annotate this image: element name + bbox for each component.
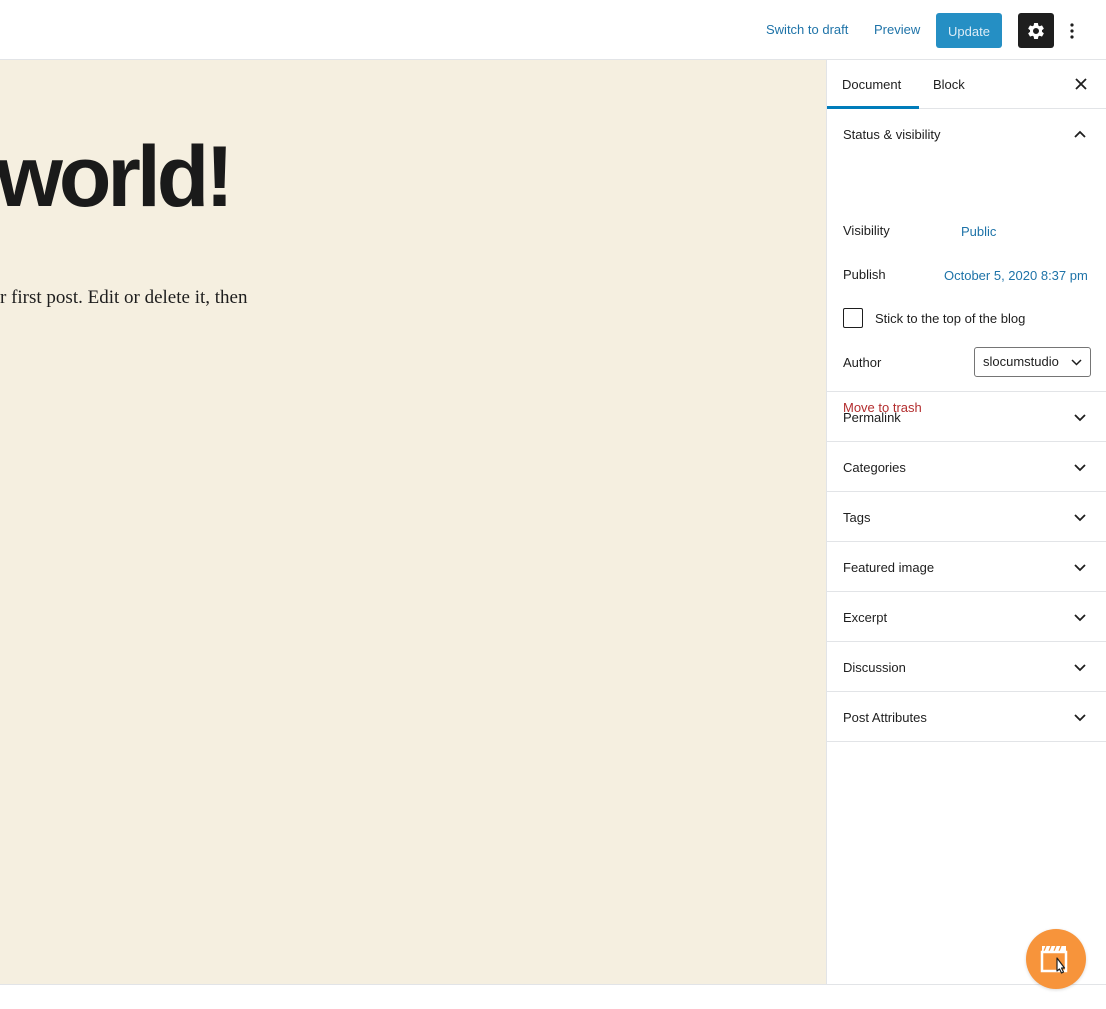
editor-footer (0, 984, 1106, 1009)
close-icon[interactable] (1074, 77, 1088, 91)
settings-sidebar: Document Block Status & visibility Visib… (826, 60, 1106, 984)
sticky-checkbox[interactable] (843, 308, 863, 328)
chevron-down-icon (1074, 514, 1086, 522)
panel-title-permalink: Permalink (843, 410, 901, 425)
switch-to-draft-button[interactable]: Switch to draft (766, 0, 848, 60)
more-options-button[interactable] (1062, 13, 1082, 48)
tab-block[interactable]: Block (933, 60, 965, 109)
editor-header: Switch to draft Preview Update (0, 0, 1106, 60)
settings-button[interactable] (1018, 13, 1054, 48)
chevron-up-icon[interactable] (1074, 130, 1086, 138)
chevron-down-icon (1074, 664, 1086, 672)
editor-canvas[interactable]: world! r first post. Edit or delete it, … (0, 60, 826, 984)
chevron-down-icon (1074, 464, 1086, 472)
panel-permalink[interactable]: Permalink (827, 392, 1106, 442)
sticky-label[interactable]: Stick to the top of the blog (875, 311, 1025, 326)
panel-title-featured-image: Featured image (843, 560, 935, 575)
panel-categories[interactable]: Categories (827, 442, 1106, 492)
panel-post-attributes[interactable]: Post Attributes (827, 692, 1106, 742)
panel-title-discussion: Discussion (843, 660, 906, 675)
post-title[interactable]: world! (0, 134, 234, 220)
panel-title-excerpt: Excerpt (843, 610, 888, 625)
author-label: Author (843, 355, 882, 370)
chevron-down-icon (1071, 359, 1082, 366)
post-paragraph[interactable]: r first post. Edit or delete it, then (0, 287, 247, 309)
visibility-toggle[interactable]: Public (961, 224, 996, 239)
chevron-down-icon (1074, 714, 1086, 722)
visibility-label: Visibility (843, 223, 890, 238)
publish-label: Publish (843, 267, 886, 282)
panel-title-status-visibility[interactable]: Status & visibility (843, 127, 941, 142)
publish-date-toggle[interactable]: October 5, 2020 8:37 pm (944, 268, 1088, 283)
tab-document[interactable]: Document (827, 60, 919, 109)
vertical-ellipsis-icon (1070, 22, 1074, 39)
panel-title-tags: Tags (843, 510, 871, 525)
sidebar-tabs: Document Block (827, 60, 1106, 109)
clapperboard-pointer-icon (1040, 945, 1068, 974)
panel-featured-image[interactable]: Featured image (827, 542, 1106, 592)
update-button[interactable]: Update (936, 13, 1002, 48)
chevron-down-icon (1074, 414, 1086, 422)
panel-status-visibility: Status & visibility Visibility Public Pu… (827, 109, 1106, 415)
floating-help-button[interactable] (1026, 929, 1086, 989)
panel-discussion[interactable]: Discussion (827, 642, 1106, 692)
author-select-value: slocumstudio (983, 354, 1059, 369)
chevron-down-icon (1074, 564, 1086, 572)
panel-title-post-attributes: Post Attributes (843, 710, 927, 725)
panel-title-categories: Categories (843, 460, 906, 475)
gear-icon (1028, 22, 1044, 39)
preview-button[interactable]: Preview (874, 0, 920, 60)
panel-tags[interactable]: Tags (827, 492, 1106, 542)
panel-excerpt[interactable]: Excerpt (827, 592, 1106, 642)
author-select[interactable]: slocumstudio (974, 347, 1091, 377)
chevron-down-icon (1074, 614, 1086, 622)
